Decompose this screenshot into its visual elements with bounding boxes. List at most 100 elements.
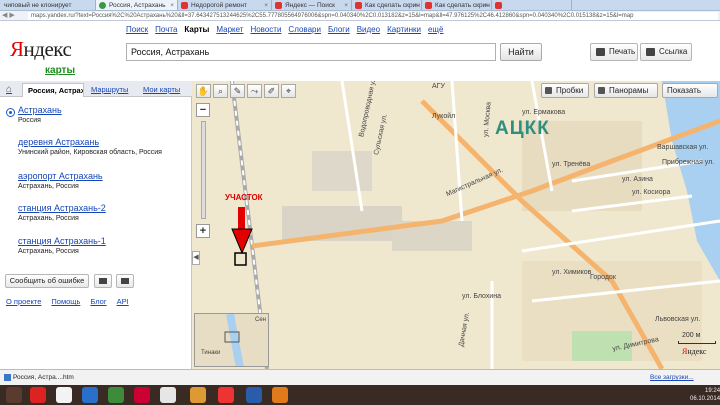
marker-icon[interactable]: ⌖ <box>281 84 296 98</box>
result-title[interactable]: аэропорт Астрахань <box>18 171 188 181</box>
browser-tab-strip: чиповый не клонирует Россия, Астрахань × … <box>0 0 720 11</box>
browser-tab[interactable]: Яндекс — Поиск × <box>272 0 352 10</box>
map-label-street: ул. Тренёва <box>552 161 591 168</box>
list-item[interactable]: деревня Астрахань Унинский район, Кировс… <box>18 137 188 156</box>
map-view[interactable]: ✋ ⌕ ✎ ⤳ ✐ ⌖ Пробки Панорамы Показать − +… <box>192 81 720 369</box>
url-input[interactable]: maps.yandex.ru/?text=Россия%2C%20Астраха… <box>28 12 718 20</box>
browser-tab-label: чиповый не клонирует <box>4 2 72 9</box>
tab-search-result[interactable]: Россия, Астрахань <box>22 83 84 97</box>
close-icon[interactable]: × <box>170 0 174 10</box>
link-icon <box>121 278 129 284</box>
show-layers-button[interactable]: Показать <box>662 83 718 98</box>
browser-tab-label: Как сделать скрин <box>435 2 490 9</box>
logo-letter: Я <box>10 37 24 61</box>
zoom-control: − + <box>196 103 212 253</box>
yandex-logo[interactable]: Яндекс <box>10 37 72 62</box>
browser-tab-label: Яндекс — Поиск <box>285 2 335 9</box>
tab-routes[interactable]: Маршруты <box>91 83 128 97</box>
selected-result-radio[interactable] <box>6 108 15 117</box>
browser-tab[interactable] <box>492 0 572 10</box>
zoom-in-button[interactable]: + <box>196 224 210 238</box>
close-icon[interactable]: × <box>344 0 348 10</box>
close-icon[interactable]: × <box>414 0 418 10</box>
list-item[interactable]: станция Астрахань-2 Астрахань, Россия <box>18 203 188 222</box>
collapse-sidebar-button[interactable]: ◀ <box>192 251 200 265</box>
find-button[interactable]: Найти <box>500 43 542 61</box>
nav-item-search[interactable]: Поиск <box>126 25 148 34</box>
nav-item-dictionaries[interactable]: Словари <box>288 25 321 34</box>
result-subtitle: Унинский район, Кировская область, Росси… <box>18 149 162 156</box>
industrial-block <box>312 151 372 191</box>
zoom-slider[interactable] <box>201 121 206 219</box>
nav-item-more[interactable]: ещё <box>428 25 443 34</box>
app-icon[interactable] <box>246 387 262 403</box>
map-yandex-logo[interactable]: Яндекс <box>682 347 706 356</box>
service-name-link[interactable]: карты <box>45 65 75 76</box>
browser-tab[interactable]: Как сделать скрин × <box>422 0 492 10</box>
tab-my-maps[interactable]: Мои карты <box>143 83 180 97</box>
map-label-agu: АГУ <box>432 83 445 90</box>
footer-link-help[interactable]: Помощь <box>51 297 80 306</box>
browser-tab-active[interactable]: Россия, Астрахань × <box>96 0 178 10</box>
windows-taskbar: 19:24 06.10.2014 <box>0 385 720 405</box>
result-title[interactable]: деревня Астрахань <box>18 137 188 147</box>
list-item[interactable]: Астрахань Россия <box>18 105 188 124</box>
map-label-street: ул. Азина <box>622 176 653 183</box>
panoramas-button[interactable]: Панорамы <box>594 83 658 98</box>
list-item[interactable]: аэропорт Астрахань Астрахань, Россия <box>18 171 188 190</box>
footer-link-api[interactable]: API <box>117 297 129 306</box>
report-error-button[interactable]: Сообщить об ошибке <box>5 274 89 288</box>
all-downloads-link[interactable]: Все загрузки... <box>650 372 694 383</box>
map-label-street: Прибрежная ул. <box>662 159 715 166</box>
start-icon[interactable] <box>6 387 22 403</box>
link-icon <box>646 48 655 56</box>
minimap[interactable]: Тинаки Сен <box>194 313 269 367</box>
map-label-street: ул. Химиков <box>552 269 592 276</box>
opera-icon[interactable] <box>218 387 234 403</box>
explorer-icon[interactable] <box>56 387 72 403</box>
result-title[interactable]: станция Астрахань-1 <box>18 236 188 246</box>
firefox-icon[interactable] <box>272 387 288 403</box>
close-icon[interactable]: × <box>484 0 488 10</box>
back-forward-icon[interactable]: ◀ ▶ <box>2 11 15 19</box>
download-item[interactable]: Россия, Астра....htm <box>3 372 97 383</box>
list-item[interactable]: станция Астрахань-1 Астрахань, Россия <box>18 236 188 255</box>
footer-link-blog[interactable]: Блог <box>90 297 106 306</box>
browser-tab-label: Недорогой ремонт <box>191 2 247 9</box>
nav-item-images[interactable]: Картинки <box>387 25 421 34</box>
browser-tab[interactable]: Как сделать скрин × <box>352 0 422 10</box>
home-icon[interactable] <box>6 83 18 97</box>
ie-icon[interactable] <box>82 387 98 403</box>
app-icon[interactable] <box>160 387 176 403</box>
result-title[interactable]: Астрахань <box>18 105 188 115</box>
footer-link-about[interactable]: О проекте <box>6 297 41 306</box>
nav-item-market[interactable]: Маркет <box>216 25 243 34</box>
magnifier-icon[interactable]: ⌕ <box>213 84 228 98</box>
result-subtitle: Астрахань, Россия <box>18 183 79 190</box>
nav-item-news[interactable]: Новости <box>250 25 281 34</box>
hand-icon[interactable]: ✋ <box>196 84 211 98</box>
browser-tab[interactable]: Недорогой ремонт × <box>178 0 272 10</box>
yandex-browser-icon[interactable] <box>30 387 46 403</box>
print-button[interactable] <box>94 274 112 288</box>
traffic-button[interactable]: Пробки <box>541 83 589 98</box>
system-clock[interactable]: 19:24 06.10.2014 <box>690 387 720 403</box>
search-input[interactable]: Россия, Астрахань <box>126 43 496 61</box>
page-header: Яндекс карты Поиск Почта Карты Маркет Но… <box>0 21 720 81</box>
pencil-icon[interactable]: ✐ <box>264 84 279 98</box>
print-button[interactable]: Печать <box>590 43 638 61</box>
result-title[interactable]: станция Астрахань-2 <box>18 203 188 213</box>
route-icon[interactable]: ⤳ <box>247 84 262 98</box>
link-button[interactable]: Ссылка <box>640 43 692 61</box>
app-icon[interactable] <box>108 387 124 403</box>
nav-item-mail[interactable]: Почта <box>155 25 177 34</box>
nav-item-video[interactable]: Видео <box>357 25 380 34</box>
zoom-out-button[interactable]: − <box>196 103 210 117</box>
ruler-icon[interactable]: ✎ <box>230 84 245 98</box>
link-button[interactable] <box>116 274 134 288</box>
browser-tab[interactable]: чиповый не клонирует <box>0 0 96 10</box>
nav-item-blogs[interactable]: Блоги <box>328 25 350 34</box>
close-icon[interactable]: × <box>264 0 268 10</box>
chrome-icon[interactable] <box>190 387 206 403</box>
app-icon[interactable] <box>134 387 150 403</box>
